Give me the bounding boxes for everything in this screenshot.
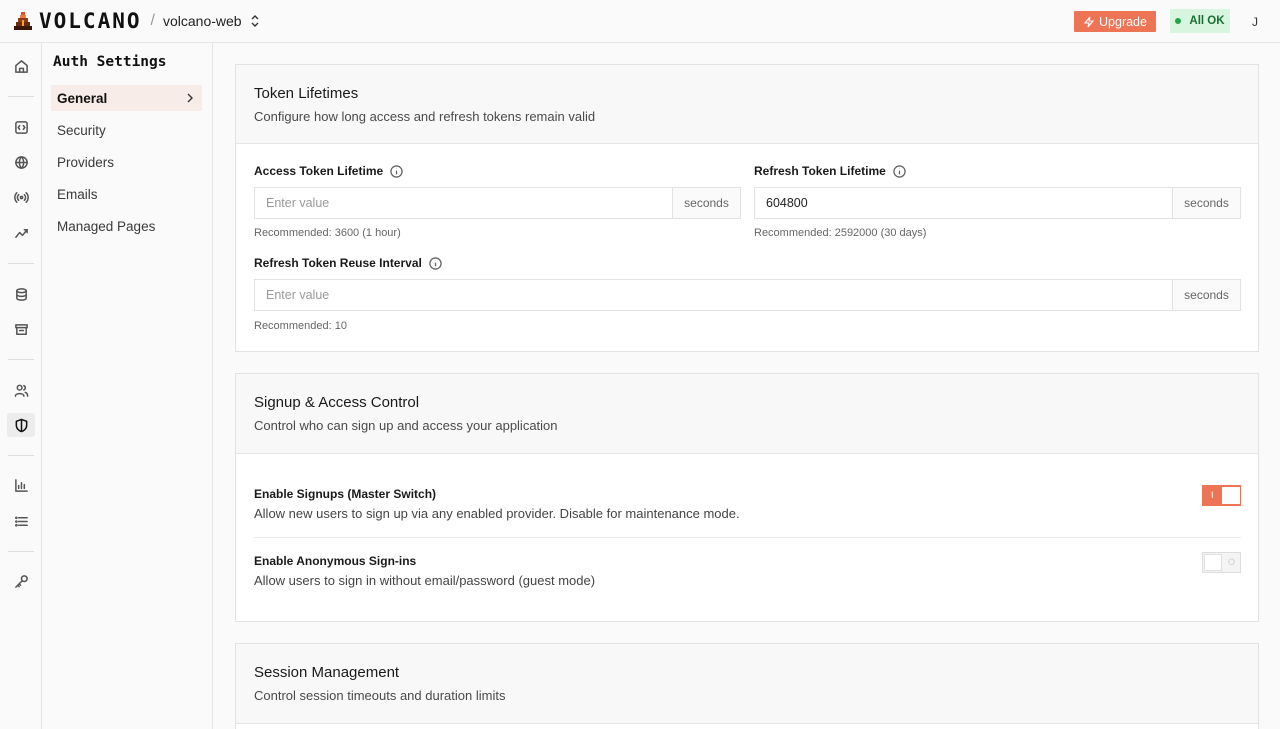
toggle-row-title: Enable Signups (Master Switch): [254, 487, 437, 501]
toggle-mark: O: [1228, 557, 1236, 567]
project-switcher[interactable]: volcano-web: [163, 13, 260, 29]
users-icon[interactable]: [7, 378, 35, 402]
sidebar-item-emails[interactable]: Emails: [51, 181, 202, 207]
avatar[interactable]: J: [1244, 11, 1266, 33]
toggle-row-description: Allow users to sign in without email/pas…: [254, 573, 596, 588]
sidebar-item-providers[interactable]: Providers: [51, 149, 202, 175]
toggle-row-description: Allow new users to sign up via any enabl…: [254, 506, 740, 521]
field-label: Refresh Token Lifetime: [754, 164, 886, 178]
sidebar-item-label: Providers: [57, 154, 115, 170]
project-name: volcano-web: [162, 13, 242, 29]
info-icon[interactable]: [390, 164, 403, 178]
access-token-field[interactable]: Enter value: [255, 188, 672, 218]
token-lifetimes-card: Token Lifetimes Configure how long acces…: [235, 64, 1259, 352]
info-icon[interactable]: [893, 164, 906, 178]
unit-suffix: seconds: [1172, 280, 1240, 310]
upgrade-button[interactable]: Upgrade: [1074, 11, 1156, 32]
refresh-token-field[interactable]: 604800: [755, 188, 1172, 218]
status-dot-icon: [1175, 18, 1182, 24]
sidebar-title: Auth Settings: [53, 54, 167, 70]
archive-icon[interactable]: [7, 317, 35, 341]
anonymous-signins-toggle[interactable]: O: [1202, 552, 1241, 573]
main-content: Token Lifetimes Configure how long acces…: [213, 43, 1280, 729]
shield-icon[interactable]: [7, 413, 35, 437]
code-icon[interactable]: [7, 115, 35, 139]
globe-icon[interactable]: [7, 150, 35, 174]
reuse-interval-input[interactable]: Enter value seconds: [254, 279, 1241, 311]
unit-suffix: seconds: [672, 188, 740, 218]
key-icon[interactable]: [7, 569, 35, 593]
brand-name: VOLCANO: [39, 9, 142, 33]
chevron-right-icon: [187, 93, 193, 103]
icon-rail: [0, 43, 42, 729]
status-badge[interactable]: All OK: [1170, 9, 1230, 33]
unit-suffix: seconds: [1172, 188, 1240, 218]
toggle-mark: I: [1211, 490, 1214, 500]
status-label: All OK: [1189, 15, 1225, 27]
upgrade-label: Upgrade: [1099, 14, 1147, 29]
toggle-knob: [1204, 554, 1222, 571]
session-management-card: Session Management Control session timeo…: [235, 643, 1259, 729]
card-header: Signup & Access Control Control who can …: [236, 374, 1258, 454]
lightning-icon: [1083, 16, 1095, 27]
reuse-interval-hint: Recommended: 10: [254, 320, 347, 332]
list-icon[interactable]: [7, 509, 35, 533]
breadcrumb-separator: /: [150, 12, 155, 29]
field-label: Access Token Lifetime: [254, 164, 384, 178]
card-title: Token Lifetimes: [254, 85, 359, 102]
settings-sidebar: Auth Settings General Security Providers…: [42, 43, 213, 729]
card-subtitle: Control session timeouts and duration li…: [254, 688, 506, 703]
volcano-logo-icon: [14, 12, 32, 30]
card-title: Session Management: [254, 664, 400, 681]
access-token-hint: Recommended: 3600 (1 hour): [254, 227, 401, 239]
rail-divider: [8, 455, 34, 456]
enable-signups-toggle[interactable]: I: [1202, 485, 1241, 506]
database-icon[interactable]: [7, 282, 35, 306]
rail-divider: [8, 263, 34, 264]
sidebar-item-label: Security: [57, 122, 106, 138]
rail-divider: [8, 359, 34, 360]
toggle-knob: [1222, 487, 1240, 504]
row-divider: [254, 537, 1241, 538]
info-icon[interactable]: [429, 256, 442, 270]
home-icon[interactable]: [7, 54, 35, 78]
analytics-icon[interactable]: [7, 221, 35, 245]
refresh-token-label: Refresh Token Lifetime: [754, 164, 906, 178]
chevron-up-down-icon: [251, 15, 259, 27]
broadcast-icon[interactable]: [7, 185, 35, 209]
sidebar-item-label: Managed Pages: [57, 218, 156, 234]
card-subtitle: Control who can sign up and access your …: [254, 418, 558, 433]
sidebar-item-managed-pages[interactable]: Managed Pages: [51, 213, 202, 239]
reuse-interval-field[interactable]: Enter value: [255, 280, 1172, 310]
signup-access-card: Signup & Access Control Control who can …: [235, 373, 1259, 622]
sidebar-item-label: General: [57, 90, 108, 106]
sidebar-item-general[interactable]: General: [51, 85, 202, 111]
card-header: Session Management Control session timeo…: [236, 644, 1258, 724]
card-title: Signup & Access Control: [254, 394, 420, 411]
toggle-row-title: Enable Anonymous Sign-ins: [254, 554, 417, 568]
refresh-token-input[interactable]: 604800 seconds: [754, 187, 1241, 219]
field-label: Refresh Token Reuse Interval: [254, 256, 422, 270]
rail-divider: [8, 96, 34, 97]
access-token-input[interactable]: Enter value seconds: [254, 187, 741, 219]
card-header: Token Lifetimes Configure how long acces…: [236, 65, 1258, 144]
bar-chart-icon[interactable]: [7, 473, 35, 497]
top-bar: VOLCANO / volcano-web Upgrade All OK J: [0, 0, 1280, 43]
refresh-token-hint: Recommended: 2592000 (30 days): [754, 227, 927, 239]
brand[interactable]: VOLCANO: [13, 9, 142, 33]
sidebar-item-security[interactable]: Security: [51, 117, 202, 143]
card-subtitle: Configure how long access and refresh to…: [254, 109, 596, 124]
access-token-label: Access Token Lifetime: [254, 164, 403, 178]
reuse-interval-label: Refresh Token Reuse Interval: [254, 256, 442, 270]
rail-divider: [8, 551, 34, 552]
sidebar-item-label: Emails: [57, 186, 98, 202]
